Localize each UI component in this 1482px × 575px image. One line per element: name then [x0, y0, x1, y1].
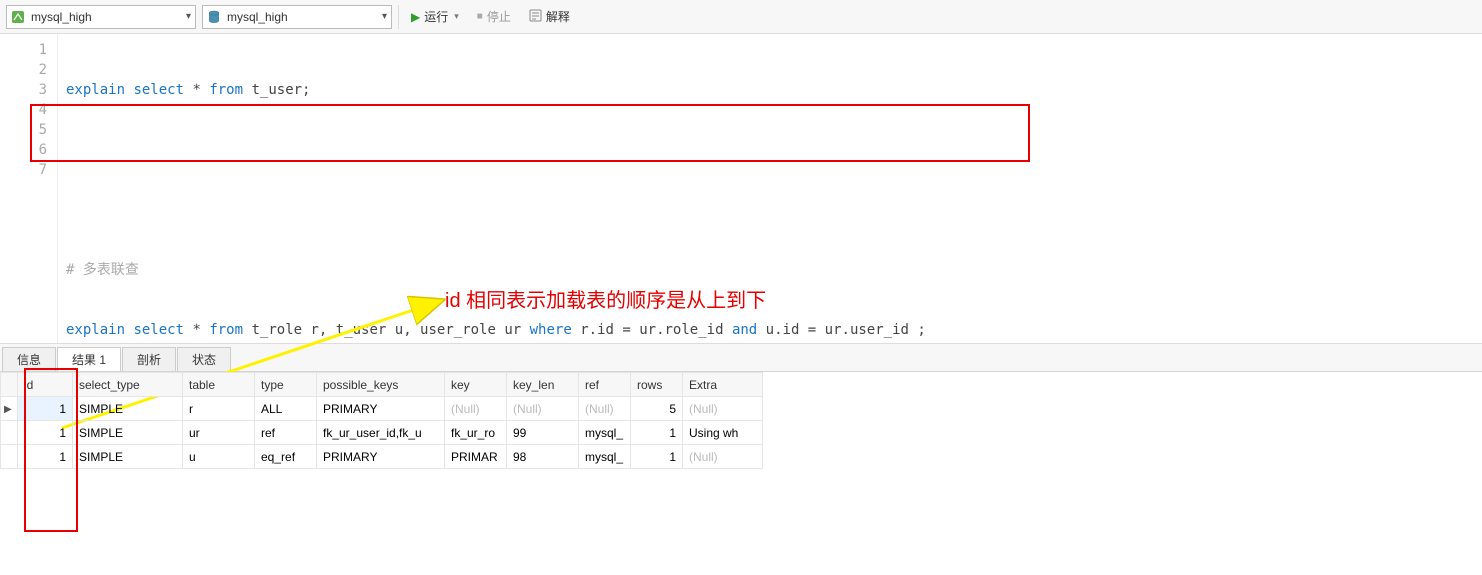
table-cell[interactable]: SIMPLE — [73, 445, 183, 469]
table-cell[interactable]: SIMPLE — [73, 421, 183, 445]
line-number: 3 — [0, 80, 47, 100]
col-select-type[interactable]: select_type — [73, 373, 183, 397]
database-dropdown[interactable]: mysql_high ▾ — [202, 5, 392, 29]
table-cell[interactable]: mysql_ — [579, 445, 631, 469]
line-number: 7 — [0, 160, 47, 180]
table-cell[interactable]: SIMPLE — [73, 397, 183, 421]
explain-label: 解释 — [546, 8, 570, 25]
connection-icon — [11, 10, 25, 24]
col-rows[interactable]: rows — [631, 373, 683, 397]
table-cell[interactable]: PRIMARY — [317, 445, 445, 469]
table-cell[interactable]: 1 — [18, 421, 73, 445]
col-id[interactable]: id — [18, 373, 73, 397]
connection-label: mysql_high — [31, 10, 180, 24]
results-panel: ▶ id select_type table type possible_key… — [0, 372, 1482, 469]
table-cell[interactable]: (Null) — [683, 445, 763, 469]
table-cell[interactable]: ref — [255, 421, 317, 445]
results-table[interactable]: id select_type table type possible_keys … — [0, 372, 763, 469]
line-number: 6 — [0, 140, 47, 160]
line-gutter: 1 2 3 4 5 6 7 — [0, 34, 58, 343]
table-cell[interactable]: (Null) — [579, 397, 631, 421]
code-line: # 多表联查 — [66, 260, 1474, 280]
col-extra[interactable]: Extra — [683, 373, 763, 397]
line-number: 1 — [0, 40, 47, 60]
table-cell[interactable]: 5 — [631, 397, 683, 421]
table-cell[interactable]: fk_ur_user_id,fk_u — [317, 421, 445, 445]
table-cell[interactable]: 1 — [18, 397, 73, 421]
table-cell[interactable]: fk_ur_ro — [445, 421, 507, 445]
table-cell[interactable]: Using wh — [683, 421, 763, 445]
line-number: 5 — [0, 120, 47, 140]
tab-info[interactable]: 信息 — [2, 347, 56, 371]
table-cell[interactable]: PRIMARY — [317, 397, 445, 421]
col-possible-keys[interactable]: possible_keys — [317, 373, 445, 397]
chevron-down-icon: ▾ — [382, 11, 387, 22]
col-table[interactable]: table — [183, 373, 255, 397]
table-cell[interactable]: ALL — [255, 397, 317, 421]
database-icon — [207, 10, 221, 24]
table-cell[interactable]: 99 — [507, 421, 579, 445]
col-ref[interactable]: ref — [579, 373, 631, 397]
stop-button[interactable]: ■ 停止 — [471, 5, 517, 29]
code-line — [66, 140, 1474, 160]
toolbar: mysql_high ▾ mysql_high ▾ ▶ 运行 ▾ ■ 停止 解释 — [0, 0, 1482, 34]
database-label: mysql_high — [227, 10, 376, 24]
table-cell[interactable]: (Null) — [445, 397, 507, 421]
stop-icon: ■ — [477, 11, 483, 22]
code-line — [66, 200, 1474, 220]
table-cell[interactable]: u — [183, 445, 255, 469]
table-cell[interactable]: eq_ref — [255, 445, 317, 469]
col-key[interactable]: key — [445, 373, 507, 397]
table-cell[interactable]: 98 — [507, 445, 579, 469]
table-header-row: id select_type table type possible_keys … — [1, 373, 763, 397]
table-cell[interactable]: (Null) — [507, 397, 579, 421]
col-key-len[interactable]: key_len — [507, 373, 579, 397]
current-row-indicator: ▶ — [4, 404, 12, 415]
code-line: explain select * from t_user; — [66, 80, 1474, 100]
table-cell[interactable]: 1 — [18, 445, 73, 469]
table-row[interactable]: 1SIMPLEurreffk_ur_user_id,fk_ufk_ur_ro99… — [1, 421, 763, 445]
explain-button[interactable]: 解释 — [523, 5, 576, 29]
line-number: 2 — [0, 60, 47, 80]
row-indicator-cell — [1, 421, 18, 445]
divider — [398, 5, 399, 29]
col-type[interactable]: type — [255, 373, 317, 397]
connection-dropdown[interactable]: mysql_high ▾ — [6, 5, 196, 29]
table-cell[interactable]: 1 — [631, 445, 683, 469]
play-icon: ▶ — [411, 10, 420, 24]
code-line: explain select * from t_role r, t_user u… — [66, 320, 1474, 340]
table-row[interactable]: 1SIMPLErALLPRIMARY(Null)(Null)(Null)5(Nu… — [1, 397, 763, 421]
sql-editor[interactable]: 1 2 3 4 5 6 7 explain select * from t_us… — [0, 34, 1482, 344]
table-row[interactable]: 1SIMPLEueq_refPRIMARYPRIMAR98mysql_1(Nul… — [1, 445, 763, 469]
table-cell[interactable]: PRIMAR — [445, 445, 507, 469]
code-area[interactable]: explain select * from t_user; # 多表联查 exp… — [58, 34, 1482, 343]
row-indicator-header — [1, 373, 18, 397]
table-cell[interactable]: r — [183, 397, 255, 421]
chevron-down-icon: ▾ — [186, 11, 191, 22]
stop-label: 停止 — [487, 8, 511, 25]
line-number: 4 — [0, 100, 47, 120]
table-cell[interactable]: ur — [183, 421, 255, 445]
chevron-down-icon: ▾ — [454, 11, 459, 22]
run-label: 运行 — [424, 8, 448, 25]
run-button[interactable]: ▶ 运行 ▾ — [405, 5, 465, 29]
row-indicator-cell — [1, 445, 18, 469]
table-cell[interactable]: mysql_ — [579, 421, 631, 445]
table-cell[interactable]: 1 — [631, 421, 683, 445]
explain-icon — [529, 9, 542, 25]
table-cell[interactable]: (Null) — [683, 397, 763, 421]
